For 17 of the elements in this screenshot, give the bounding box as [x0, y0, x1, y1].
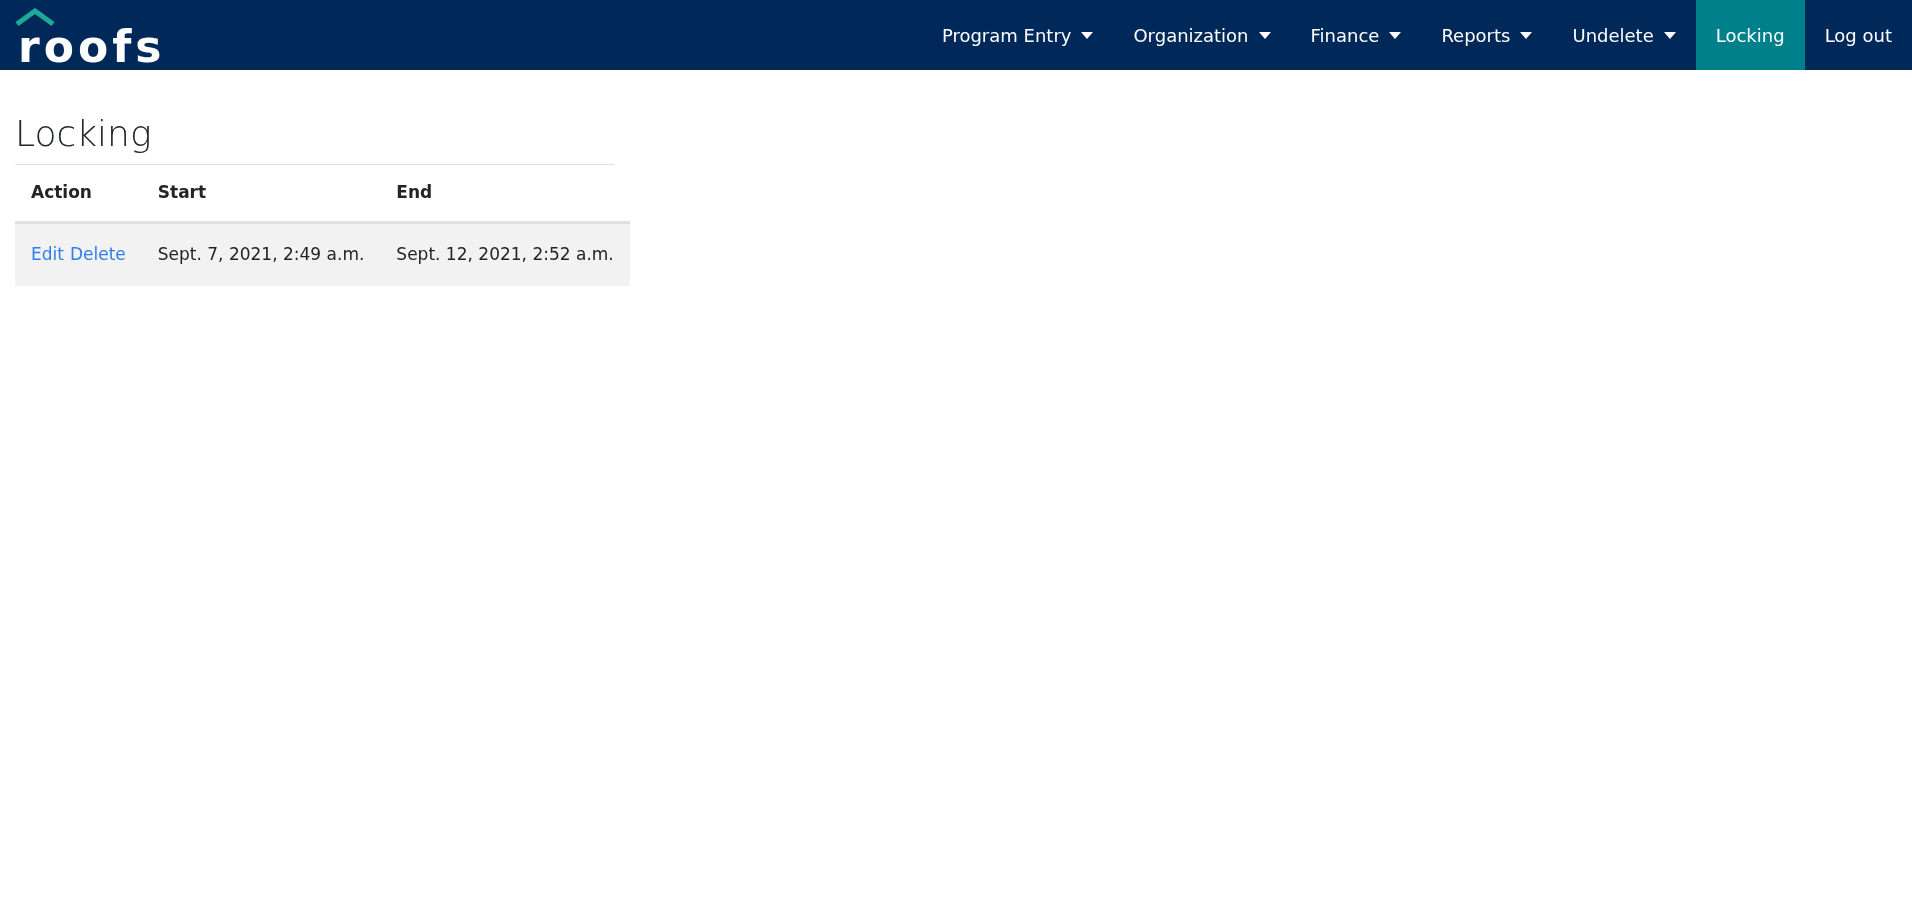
nav-dropdown[interactable]: Undelete [1552, 0, 1696, 70]
nav-dropdown[interactable]: Program Entry [921, 0, 1114, 70]
logo-link[interactable]: roofs [0, 0, 166, 70]
nav-link[interactable]: Log out [1804, 0, 1912, 70]
column-header: End [380, 165, 630, 222]
table-cell: Sept. 7, 2021, 2:49 a.m. [141, 222, 381, 286]
nav-dropdown[interactable]: Reports [1421, 0, 1553, 70]
roof-icon [15, 8, 55, 26]
table-cell: Sept. 12, 2021, 2:52 a.m. [380, 222, 630, 286]
action-link[interactable]: Delete [69, 243, 126, 264]
nav-link[interactable]: Locking [1695, 0, 1805, 70]
column-header: Action [15, 165, 142, 222]
page-title: Locking [15, 110, 614, 165]
nav-dropdown[interactable]: Finance [1290, 0, 1422, 70]
nav-dropdown[interactable]: Organization [1113, 0, 1291, 70]
logo-text: roofs [18, 30, 166, 64]
column-header: Start [141, 165, 381, 222]
